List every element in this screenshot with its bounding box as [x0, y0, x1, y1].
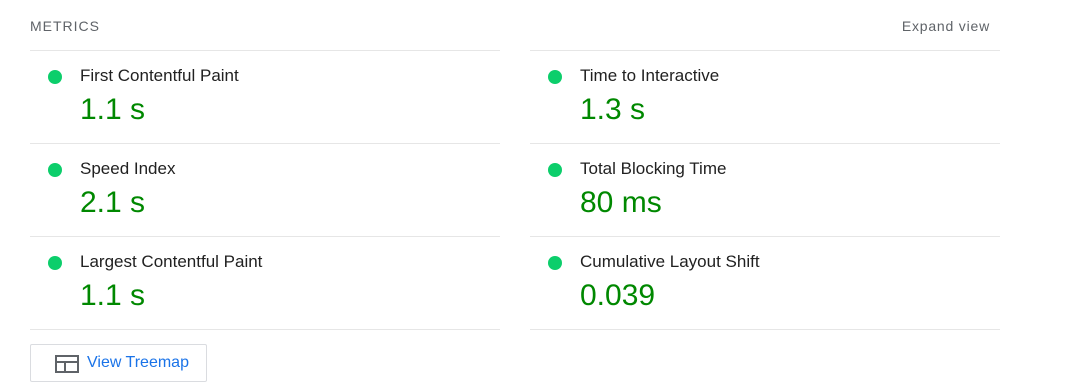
- metric-label: Speed Index: [80, 159, 176, 178]
- view-treemap-label: View Treemap: [87, 354, 189, 371]
- pass-status-icon: [548, 163, 562, 177]
- metrics-grid: First Contentful Paint 1.1 s Time to Int…: [30, 50, 1000, 330]
- metrics-panel: METRICS Expand view First Contentful Pai…: [0, 0, 1086, 385]
- metric-first-contentful-paint: First Contentful Paint 1.1 s: [30, 50, 500, 143]
- pass-status-icon: [48, 70, 62, 84]
- metric-value: 80 ms: [580, 186, 662, 219]
- section-title: METRICS: [30, 18, 100, 34]
- metric-value: 0.039: [580, 279, 656, 312]
- metric-time-to-interactive: Time to Interactive 1.3 s: [530, 50, 1000, 143]
- pass-status-icon: [548, 256, 562, 270]
- pass-status-icon: [48, 163, 62, 177]
- metric-label: Time to Interactive: [580, 66, 720, 85]
- pass-status-icon: [548, 70, 562, 84]
- metric-label: Cumulative Layout Shift: [580, 252, 760, 271]
- pass-status-icon: [48, 256, 62, 270]
- metric-label: Total Blocking Time: [580, 159, 727, 178]
- metric-cumulative-layout-shift: Cumulative Layout Shift 0.039: [530, 236, 1000, 330]
- view-treemap-button[interactable]: View Treemap: [30, 344, 207, 382]
- metric-value: 1.1 s: [80, 279, 146, 312]
- metric-value: 1.1 s: [80, 93, 146, 126]
- metric-value: 2.1 s: [80, 186, 146, 219]
- metric-value: 1.3 s: [580, 93, 646, 126]
- metric-label: First Contentful Paint: [80, 66, 239, 85]
- treemap-icon: [55, 355, 79, 373]
- metrics-header: METRICS Expand view: [30, 18, 1000, 38]
- metric-total-blocking-time: Total Blocking Time 80 ms: [530, 143, 1000, 236]
- metric-label: Largest Contentful Paint: [80, 252, 263, 271]
- metric-speed-index: Speed Index 2.1 s: [30, 143, 500, 236]
- metric-largest-contentful-paint: Largest Contentful Paint 1.1 s: [30, 236, 500, 330]
- expand-view-link[interactable]: Expand view: [902, 18, 990, 34]
